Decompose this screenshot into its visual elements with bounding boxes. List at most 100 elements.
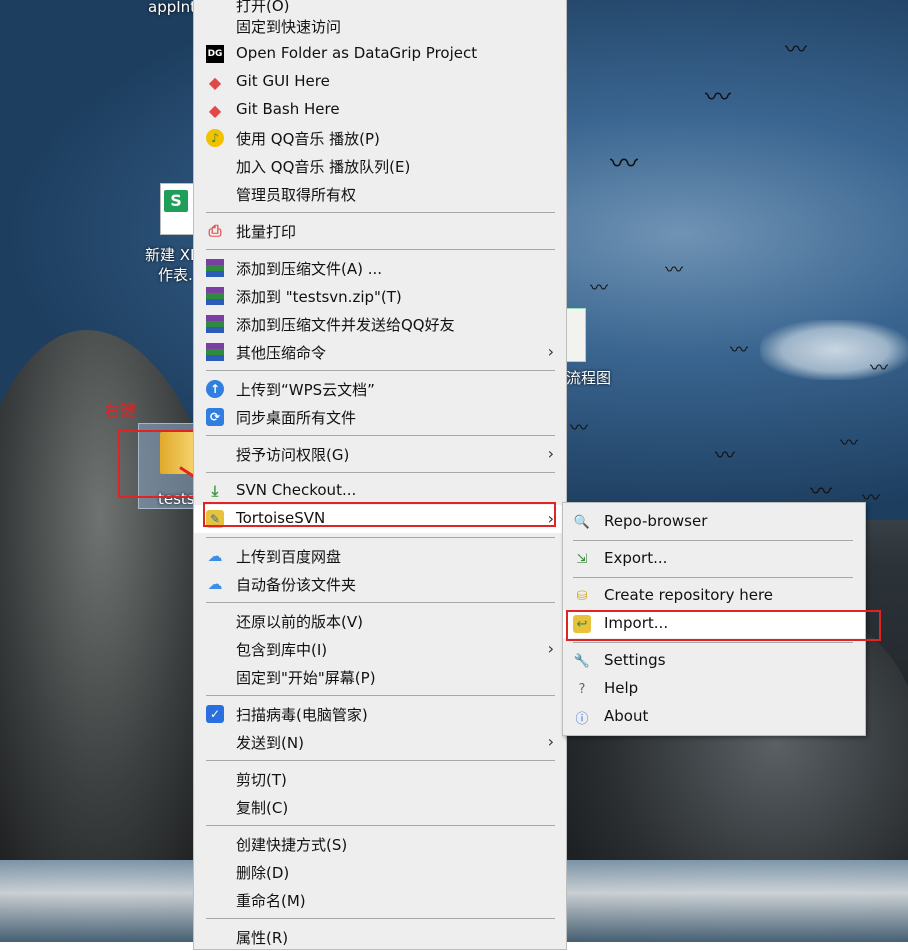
menu-item-add-to-zip[interactable]: 添加到 "testsvn.zip"(T) [194,282,566,310]
menu-item-other-archive[interactable]: 其他压缩命令 › [194,338,566,366]
menu-item-virus-scan[interactable]: ✓ 扫描病毒(电脑管家) [194,700,566,728]
desktop-icon-label[interactable]: 流程图 [566,367,611,388]
menu-item-create-shortcut[interactable]: 创建快捷方式(S) [194,830,566,858]
settings-icon: 🔧 [573,653,591,669]
menu-item-git-gui[interactable]: ◆ Git GUI Here [194,68,566,96]
flowchart-file-icon[interactable] [566,308,586,362]
menu-item-take-ownership[interactable]: 管理员取得所有权 [194,180,566,208]
qq-music-icon: ♪ [206,129,224,147]
submenu-item-create-repo[interactable]: ⛁ Create repository here [563,582,865,610]
bird-icon: 〰 [730,340,748,361]
submenu-item-help[interactable]: ? Help [563,675,865,703]
desktop-icon-label[interactable]: appInt [148,0,196,16]
menu-item-label: 授予访问权限(G) [236,446,350,464]
menu-item-git-bash[interactable]: ◆ Git Bash Here [194,96,566,124]
menu-item-label: 包含到库中(I) [236,641,328,659]
menu-item-label: 上传到“WPS云文档” [236,381,375,399]
bird-icon: 〰 [665,260,683,281]
menu-item-cut[interactable]: 剪切(T) [194,765,566,793]
menu-item-properties[interactable]: 属性(R) [194,923,566,951]
menu-item-label: 同步桌面所有文件 [236,409,357,427]
menu-item-pin-start[interactable]: 固定到"开始"屏幕(P) [194,663,566,691]
menu-item-label: 上传到百度网盘 [236,548,342,566]
menu-item-qq-music-queue[interactable]: 加入 QQ音乐 播放队列(E) [194,152,566,180]
menu-item-sync-desktop[interactable]: ⟳ 同步桌面所有文件 [194,403,566,431]
baidu-cloud-icon: ☁ [207,575,223,593]
menu-item-qq-music-play[interactable]: ♪ 使用 QQ音乐 播放(P) [194,124,566,152]
menu-item-wps-upload[interactable]: ↑ 上传到“WPS云文档” [194,375,566,403]
export-icon: ⇲ [576,551,588,567]
menu-item-label: 复制(C) [236,799,289,817]
menu-item-label: 重命名(M) [236,892,306,910]
menu-item-label: 创建快捷方式(S) [236,836,348,854]
bird-icon: 〰 [610,147,639,180]
baidu-cloud-icon: ☁ [207,547,223,565]
menu-item-label: 使用 QQ音乐 播放(P) [236,130,380,148]
menu-separator [206,825,555,826]
desktop-icon-label[interactable]: 作表. [158,264,193,285]
menu-item-label: Git GUI Here [236,72,330,90]
spreadsheet-file-icon[interactable]: S [160,183,194,235]
menu-item-auto-backup[interactable]: ☁ 自动备份该文件夹 [194,570,566,598]
menu-item-grant-access[interactable]: 授予访问权限(G) › [194,440,566,468]
winrar-icon [206,315,224,333]
git-icon: ◆ [208,72,222,92]
menu-separator [206,212,555,213]
menu-item-restore-versions[interactable]: 还原以前的版本(V) [194,607,566,635]
bird-icon: 〰 [705,83,732,113]
menu-item-label: 还原以前的版本(V) [236,613,363,631]
menu-item-label: 属性(R) [236,929,289,947]
menu-item-label: 添加到压缩文件并发送给QQ好友 [236,316,455,334]
repo-browser-icon: 🔍 [573,514,591,530]
menu-item-datagrip[interactable]: DG Open Folder as DataGrip Project [194,40,566,68]
submenu-item-label: Create repository here [604,586,774,604]
context-menu: 打开(O) 固定到快速访问 DG Open Folder as DataGrip… [193,0,567,950]
menu-item-label: 自动备份该文件夹 [236,576,357,594]
menu-item-baidu-upload[interactable]: ☁ 上传到百度网盘 [194,542,566,570]
menu-item-label: 固定到快速访问 [236,18,342,36]
menu-item-pin-quick-access[interactable]: 固定到快速访问 [194,12,566,40]
winrar-icon [206,287,224,305]
chevron-right-icon: › [547,639,554,658]
submenu-item-repo-browser[interactable]: 🔍 Repo-browser [563,508,865,536]
menu-item-delete[interactable]: 删除(D) [194,858,566,886]
menu-item-add-archive[interactable]: 添加到压缩文件(A) ... [194,254,566,282]
about-icon: ⓘ [575,711,589,727]
menu-item-label: 发送到(N) [236,734,304,752]
menu-item-label: 添加到压缩文件(A) ... [236,260,383,278]
submenu-item-export[interactable]: ⇲ Export... [563,545,865,573]
menu-item-label: Open Folder as DataGrip Project [236,44,478,62]
menu-item-label: 管理员取得所有权 [236,186,357,204]
menu-item-copy[interactable]: 复制(C) [194,793,566,821]
menu-separator [206,435,555,436]
menu-item-label: 剪切(T) [236,771,287,789]
menu-item-label: 批量打印 [236,223,297,241]
bird-icon: 〰 [570,418,588,439]
submenu-item-label: Settings [604,651,666,669]
menu-separator [206,472,555,473]
menu-item-rename[interactable]: 重命名(M) [194,886,566,914]
git-icon: ◆ [208,100,222,120]
menu-separator [206,370,555,371]
menu-separator [206,760,555,761]
submenu-item-about[interactable]: ⓘ About [563,703,865,731]
menu-separator [573,577,853,578]
menu-item-include-library[interactable]: 包含到库中(I) › [194,635,566,663]
menu-separator [206,695,555,696]
chevron-right-icon: › [547,342,554,361]
submenu-item-label: Help [604,679,639,697]
menu-item-archive-send-qq[interactable]: 添加到压缩文件并发送给QQ好友 [194,310,566,338]
annotation-box-import [566,610,881,641]
submenu-item-settings[interactable]: 🔧 Settings [563,647,865,675]
cloud-upload-icon: ↑ [206,380,224,398]
menu-item-send-to[interactable]: 发送到(N) › [194,728,566,756]
printer-icon: ⎙ [208,221,222,240]
menu-item-svn-checkout[interactable]: ⤓ SVN Checkout... [194,477,566,505]
desktop-icon-label[interactable]: 新建 XL [145,244,198,265]
menu-separator [573,540,853,541]
bird-icon: 〰 [840,433,858,454]
menu-item-batch-print[interactable]: ⎙ 批量打印 [194,217,566,245]
chevron-right-icon: › [547,444,554,463]
annotation-box-tortoisesvn [203,502,556,527]
datagrip-icon: DG [206,45,224,63]
